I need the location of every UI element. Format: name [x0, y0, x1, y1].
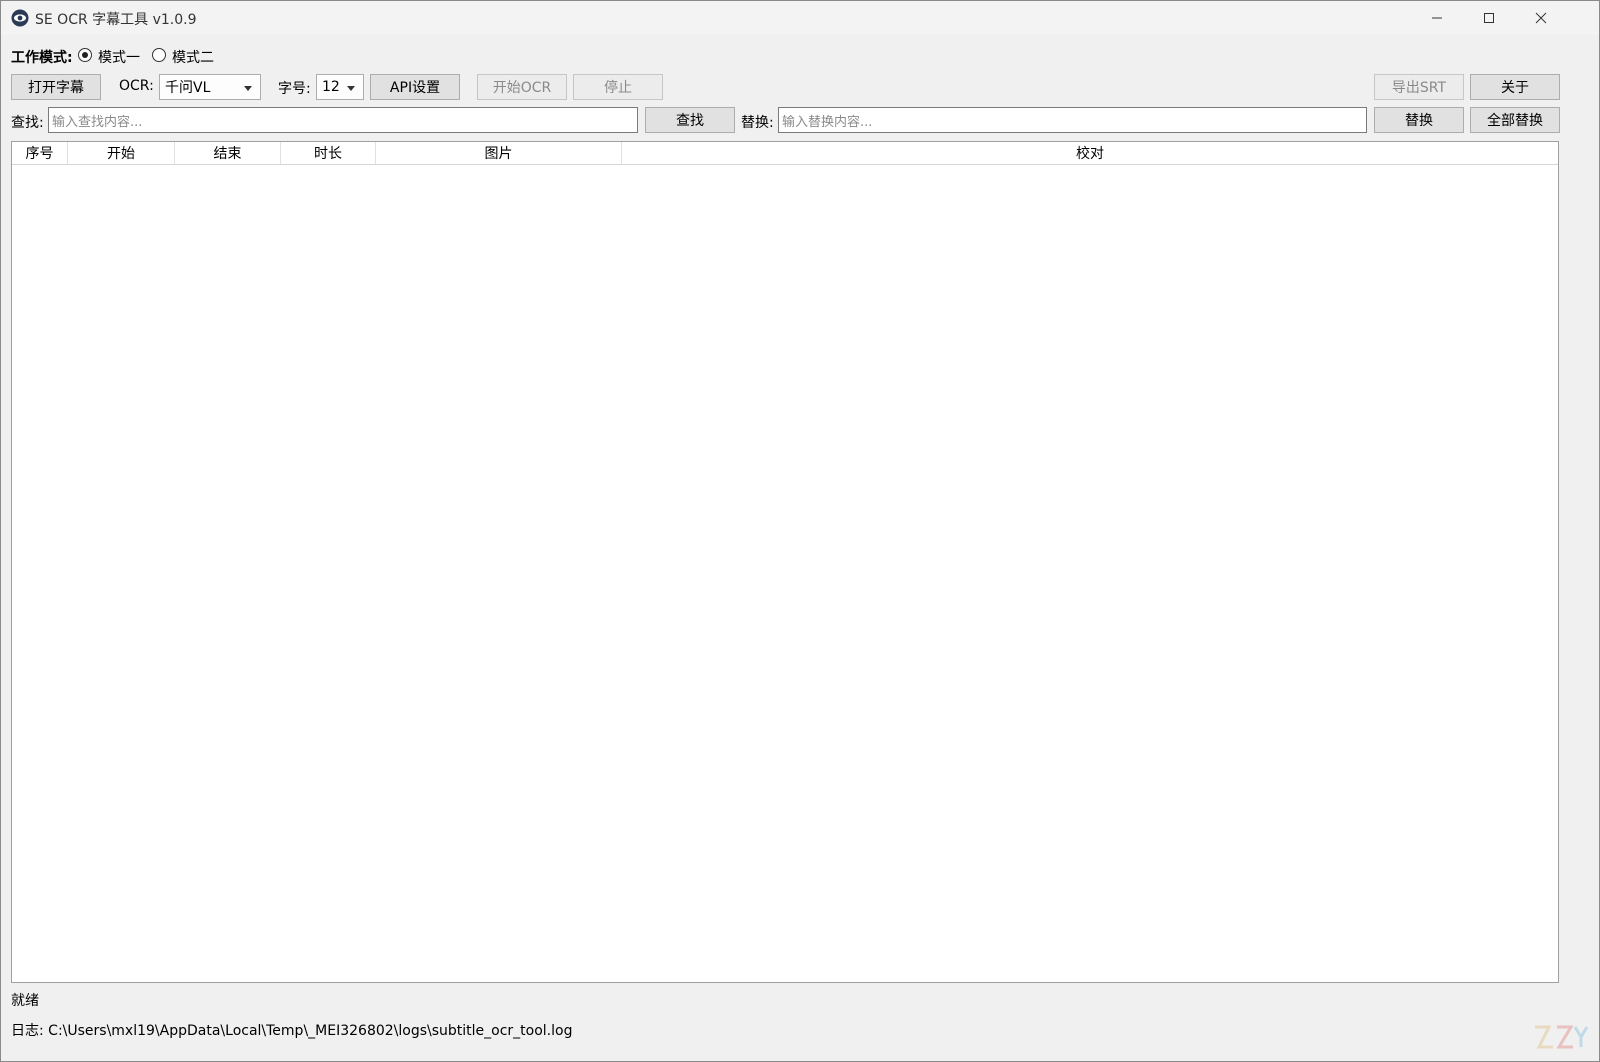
column-header-image[interactable]: 图片	[376, 142, 622, 164]
table-header: 序号 开始 结束 时长 图片 校对	[12, 142, 1558, 165]
find-label: 查找:	[11, 115, 44, 131]
mode-one-radio[interactable]	[78, 48, 92, 62]
open-subtitle-button[interactable]: 打开字幕	[11, 74, 101, 100]
subtitle-table[interactable]: 序号 开始 结束 时长 图片 校对	[11, 141, 1559, 983]
replace-button[interactable]: 替换	[1374, 107, 1464, 133]
find-input[interactable]: 输入查找内容...	[48, 107, 638, 133]
stop-button[interactable]: 停止	[573, 74, 663, 100]
font-size-value: 12	[322, 79, 340, 95]
about-button[interactable]: 关于	[1470, 74, 1560, 100]
ocr-engine-select[interactable]: 千问VL	[159, 74, 261, 100]
mode-two-label[interactable]: 模式二	[172, 47, 214, 67]
column-header-index[interactable]: 序号	[12, 142, 68, 164]
chevron-down-icon	[244, 86, 252, 91]
eye-icon	[11, 9, 29, 27]
minimize-icon	[1432, 17, 1442, 19]
column-header-start[interactable]: 开始	[68, 142, 175, 164]
window-title: SE OCR 字幕工具 v1.0.9	[35, 12, 197, 28]
replace-label: 替换:	[741, 115, 774, 131]
log-path: 日志: C:\Users\mxl19\AppData\Local\Temp\_M…	[11, 1023, 573, 1039]
api-settings-button[interactable]: API设置	[370, 74, 460, 100]
watermark-logo	[1535, 1025, 1589, 1049]
replace-input[interactable]: 输入替换内容...	[778, 107, 1367, 133]
find-button[interactable]: 查找	[645, 107, 735, 133]
ocr-label: OCR:	[119, 78, 154, 94]
export-srt-button[interactable]: 导出SRT	[1374, 74, 1464, 100]
minimize-button[interactable]	[1411, 1, 1463, 35]
ocr-engine-value: 千问VL	[165, 80, 211, 96]
column-header-proofread[interactable]: 校对	[622, 142, 1558, 164]
close-button[interactable]	[1515, 1, 1567, 35]
start-ocr-button[interactable]: 开始OCR	[477, 74, 567, 100]
chevron-down-icon	[347, 86, 355, 91]
status-text: 就绪	[11, 993, 39, 1009]
mode-one-label[interactable]: 模式一	[98, 47, 140, 67]
mode-two-radio[interactable]	[152, 48, 166, 62]
font-size-select[interactable]: 12	[316, 74, 364, 100]
maximize-button[interactable]	[1463, 1, 1515, 35]
replace-all-button[interactable]: 全部替换	[1470, 107, 1560, 133]
column-header-end[interactable]: 结束	[175, 142, 281, 164]
font-size-label: 字号:	[278, 81, 311, 97]
work-mode-label: 工作模式:	[11, 50, 73, 66]
title-bar[interactable]: SE OCR 字幕工具 v1.0.9	[1, 1, 1599, 35]
close-icon	[1535, 12, 1547, 24]
maximize-icon	[1484, 13, 1494, 23]
app-window: SE OCR 字幕工具 v1.0.9 工作模式: 模式一 模式二 打开字幕 OC…	[0, 0, 1600, 1062]
column-header-duration[interactable]: 时长	[281, 142, 376, 164]
